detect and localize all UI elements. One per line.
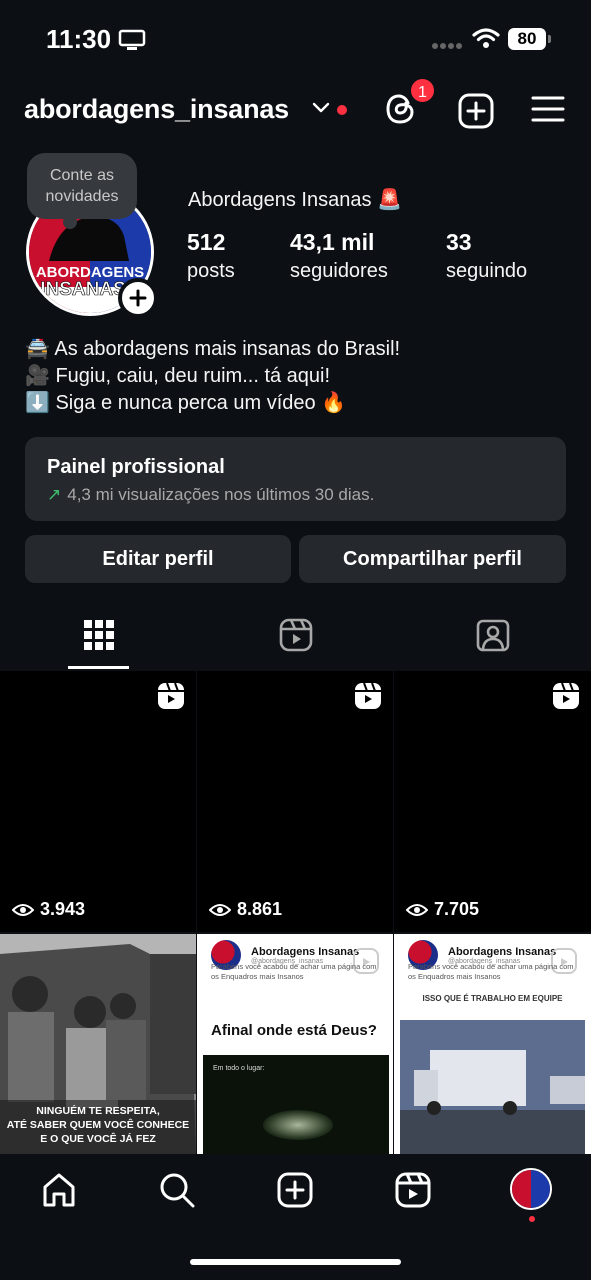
stat-followers[interactable]: 43,1 mil seguidores	[290, 229, 388, 283]
profile-tabs	[0, 600, 591, 670]
profile-nav-avatar-image	[512, 1170, 550, 1208]
status-time: 11:30	[46, 24, 112, 54]
battery-indicator: 80	[508, 28, 551, 50]
eye-icon	[12, 903, 34, 916]
professional-dashboard[interactable]: Painel profissional ↗ 4,3 mi visualizaçõe…	[25, 437, 566, 521]
create-icon[interactable]	[277, 1172, 313, 1208]
bio: 🚔 As abordagens mais insanas do Brasil! …	[25, 336, 400, 417]
stat-posts[interactable]: 512 posts	[187, 229, 235, 283]
menu-icon[interactable]	[531, 95, 565, 123]
status-bar: 11:30 80	[0, 0, 591, 80]
add-story-button[interactable]	[118, 278, 158, 318]
reel-badge-icon	[553, 683, 579, 709]
post-video-frame: Em todo o lugar:	[203, 1055, 389, 1154]
view-count: 3.943	[12, 899, 85, 920]
chevron-down-icon[interactable]	[312, 102, 330, 114]
view-count-value: 8.861	[237, 899, 283, 919]
grid-post-reel[interactable]: 8.861	[197, 671, 393, 932]
bottom-navigation	[0, 1154, 591, 1280]
home-icon[interactable]	[41, 1172, 77, 1208]
stat-label: seguindo	[446, 260, 528, 282]
eye-icon	[406, 903, 428, 916]
tab-reels[interactable]	[197, 600, 394, 670]
stat-value: 43,1 mil	[290, 229, 375, 255]
avatar-text-2: INSANAS	[40, 279, 126, 300]
share-profile-button[interactable]: Compartilhar perfil	[299, 535, 566, 583]
active-tab-indicator	[68, 666, 129, 669]
post-text: Parabéns você acabou de achar uma página…	[408, 962, 574, 981]
post-author-name: Abordagens Insanas	[251, 945, 360, 958]
tab-tagged[interactable]	[394, 600, 591, 670]
home-indicator	[190, 1259, 401, 1265]
post-photo-truck	[400, 1020, 585, 1154]
view-count-value: 3.943	[40, 899, 86, 919]
plus-icon	[129, 289, 147, 307]
display-name: Abordagens Insanas 🚨	[188, 189, 402, 211]
grid-post-image[interactable]: NINGUÉM TE RESPEITA, ATÉ SABER QUEM VOCÊ…	[0, 934, 196, 1154]
search-icon[interactable]	[159, 1172, 195, 1208]
notification-dot	[337, 105, 347, 115]
pro-dashboard-title: Painel profissional	[47, 456, 225, 478]
stat-value: 33	[446, 229, 472, 255]
post-video-caption: Em todo o lugar:	[213, 1065, 265, 1072]
username-switcher[interactable]: abordagens_insanas	[24, 94, 289, 125]
trend-up-icon: ↗	[47, 485, 62, 504]
grid-post-image[interactable]: Abordagens Insanas @abordagens_insanas P…	[394, 934, 591, 1154]
wifi-icon	[472, 28, 500, 48]
post-caption-line: NINGUÉM TE RESPEITA,	[36, 1104, 160, 1117]
post-author-name: Abordagens Insanas	[448, 945, 557, 958]
stat-label: posts	[187, 260, 235, 282]
screen-mirroring-icon	[118, 29, 146, 50]
view-count-value: 7.705	[434, 899, 480, 919]
note-bubble[interactable]: Conte as novidades	[27, 153, 137, 229]
post-photo-men-in-jeep: NINGUÉM TE RESPEITA, ATÉ SABER QUEM VOCÊ…	[0, 934, 196, 1154]
tab-posts-grid[interactable]	[0, 600, 197, 670]
post-title: Afinal onde está Deus?	[211, 1022, 377, 1039]
profile-header: abordagens_insanas 1	[0, 77, 591, 136]
new-post-icon[interactable]	[458, 93, 494, 129]
edit-profile-button[interactable]: Editar perfil	[25, 535, 291, 583]
post-caption-line: ATÉ SABER QUEM VOCÊ CONHECE	[7, 1118, 189, 1131]
threads-badge: 1	[409, 77, 436, 104]
grid-post-image[interactable]: Abordagens Insanas @abordagens_insanas P…	[197, 934, 393, 1154]
signal-icon	[432, 43, 462, 49]
posts-grid: 3.943 8.861 7.705 NINGUÉM TE RESPEITA, A…	[0, 671, 591, 1154]
pro-dashboard-views: 4,3 mi visualizações nos últimos 30 dias…	[67, 485, 375, 504]
reels-nav-icon[interactable]	[395, 1172, 431, 1208]
post-caption-line: E O QUE VOCÊ JÁ FEZ	[40, 1132, 156, 1145]
bio-line: 🎥 Fugiu, caiu, deu ruim... tá aqui!	[25, 365, 331, 387]
profile-nav-avatar[interactable]	[510, 1168, 552, 1210]
view-count: 7.705	[406, 899, 479, 920]
bio-line: 🚔 As abordagens mais insanas do Brasil!	[25, 338, 401, 360]
stat-following[interactable]: 33 seguindo	[446, 229, 527, 283]
grid-post-reel[interactable]: 3.943	[0, 671, 196, 932]
tagged-icon	[476, 619, 509, 652]
post-text: Parabéns você acabou de achar uma página…	[211, 962, 377, 981]
headlight-glow	[263, 1110, 333, 1140]
grid-post-reel[interactable]: 7.705	[394, 671, 591, 932]
view-count: 8.861	[209, 899, 282, 920]
stat-label: seguidores	[290, 260, 388, 282]
stat-value: 512	[187, 229, 226, 255]
bio-line: ⬇️ Siga e nunca perca um vídeo 🔥	[25, 392, 347, 414]
reels-icon	[279, 618, 312, 652]
profile-notification-dot	[529, 1216, 535, 1222]
post-title: ISSO QUE É TRABALHO EM EQUIPE	[422, 994, 563, 1003]
grid-icon	[83, 620, 114, 650]
pro-dashboard-subtitle: ↗ 4,3 mi visualizações nos últimos 30 dia…	[47, 485, 544, 505]
reel-badge-icon	[158, 683, 184, 709]
eye-icon	[209, 903, 231, 916]
reel-badge-icon	[355, 683, 381, 709]
